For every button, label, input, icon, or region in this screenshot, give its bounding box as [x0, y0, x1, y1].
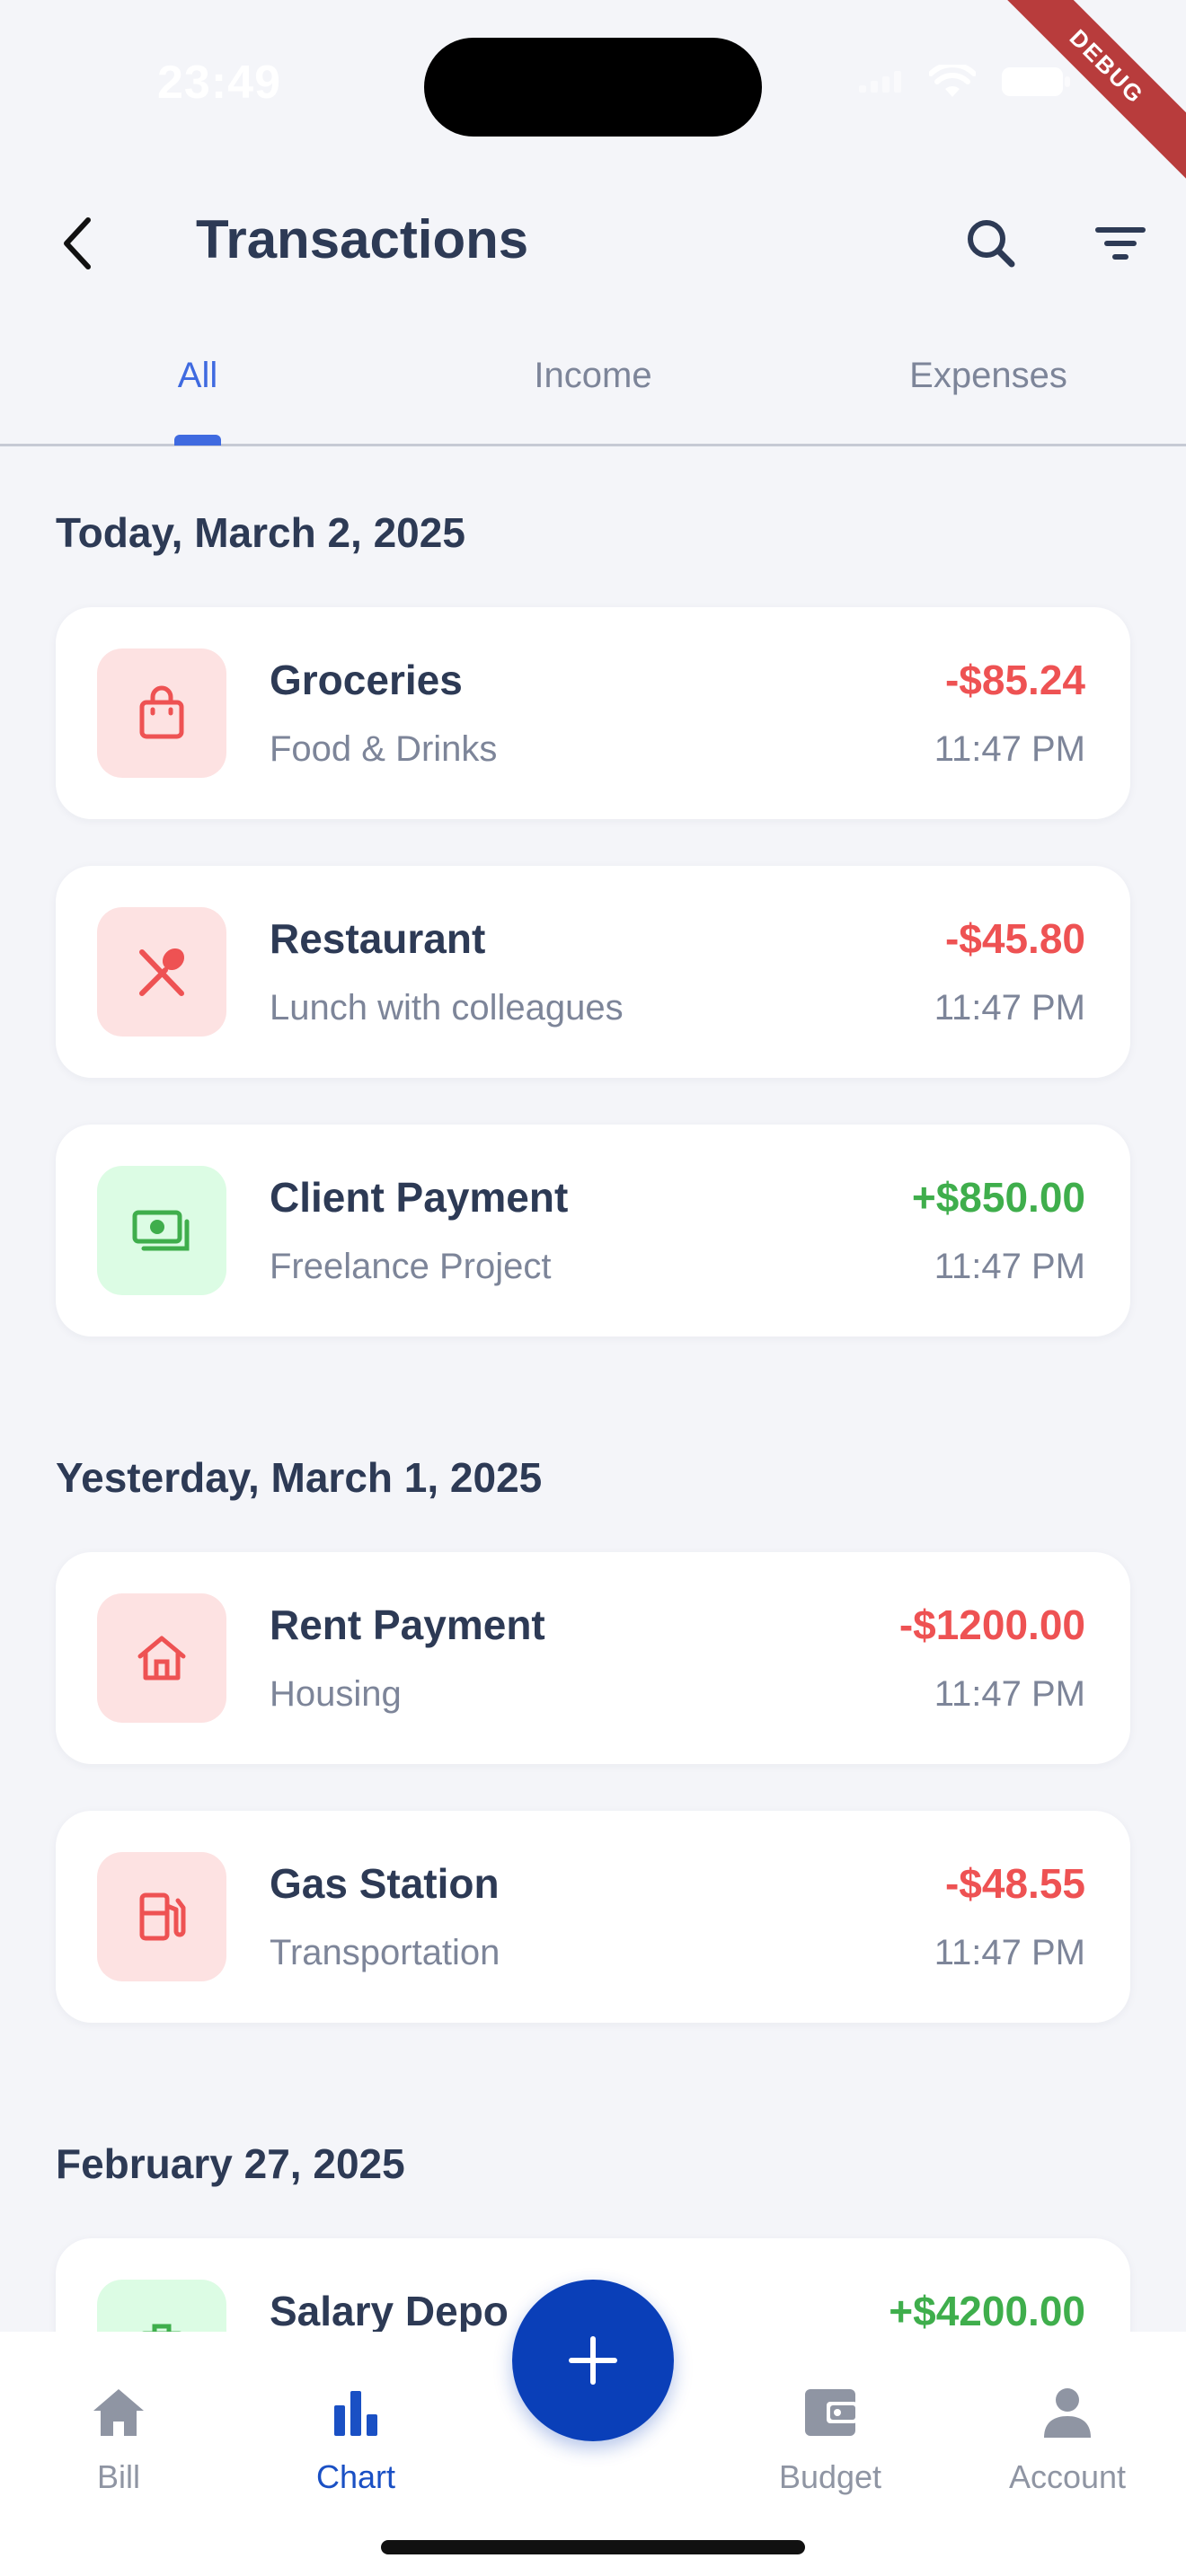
gas-pump-icon	[139, 1892, 186, 1941]
transaction-time: 11:47 PM	[934, 988, 1085, 1028]
transaction-card[interactable]: Restaurant Lunch with colleagues -$45.80…	[56, 866, 1130, 1078]
category-icon-box	[97, 907, 226, 1037]
add-transaction-button[interactable]	[512, 2280, 674, 2441]
category-icon-box	[97, 1593, 226, 1723]
section-title-today: Today, March 2, 2025	[56, 509, 465, 556]
transaction-amount: -$85.24	[944, 657, 1085, 703]
bar-chart-icon	[334, 2391, 377, 2436]
filter-button[interactable]	[1089, 212, 1152, 275]
transaction-amount: -$1200.00	[898, 1601, 1085, 1648]
transaction-time: 11:47 PM	[934, 729, 1085, 769]
status-icons	[859, 65, 1071, 99]
transaction-title: Salary Depo	[270, 2288, 509, 2334]
transaction-card[interactable]: Gas Station Transportation -$48.55 11:47…	[56, 1811, 1130, 2023]
back-button[interactable]	[50, 212, 104, 275]
transaction-amount: +$4200.00	[889, 2288, 1085, 2334]
cash-icon	[132, 1210, 190, 1251]
nav-item-account[interactable]: Account	[978, 2386, 1157, 2496]
section-title-yesterday: Yesterday, March 1, 2025	[56, 1454, 543, 1501]
battery-icon	[1002, 67, 1070, 96]
nav-item-budget[interactable]: Budget	[740, 2386, 920, 2496]
home-indicator	[381, 2540, 805, 2554]
transaction-amount: +$850.00	[911, 1174, 1085, 1221]
utensils-icon	[139, 948, 185, 996]
wifi-icon	[929, 65, 976, 97]
filter-icon	[1095, 227, 1146, 260]
section-title-feb-27: February 27, 2025	[56, 2140, 405, 2187]
transaction-category: Freelance Project	[270, 1247, 552, 1286]
transaction-time: 11:47 PM	[934, 1247, 1085, 1286]
status-time: 23:49	[157, 57, 281, 109]
category-icon-box	[97, 648, 226, 778]
transaction-amount: -$45.80	[944, 915, 1085, 962]
transaction-time: 11:47 PM	[934, 1933, 1085, 1972]
tab-expenses[interactable]: Expenses	[791, 356, 1186, 396]
transaction-card[interactable]: Client Payment Freelance Project +$850.0…	[56, 1125, 1130, 1337]
nav-item-chart[interactable]: Chart	[266, 2386, 446, 2496]
dynamic-island	[424, 38, 762, 137]
category-icon-box	[97, 1166, 226, 1295]
page-title: Transactions	[196, 209, 529, 269]
search-icon	[968, 220, 1015, 268]
tab-income[interactable]: Income	[395, 356, 791, 396]
nav-item-bill[interactable]: Bill	[29, 2386, 208, 2496]
transaction-category: Transportation	[270, 1933, 500, 1972]
tab-all[interactable]: All	[0, 356, 395, 396]
shopping-bag-icon	[139, 685, 184, 739]
house-icon	[137, 1636, 186, 1681]
transaction-title: Restaurant	[270, 915, 486, 962]
transaction-card[interactable]: Rent Payment Housing -$1200.00 11:47 PM	[56, 1552, 1130, 1764]
transaction-category: Lunch with colleagues	[270, 988, 624, 1028]
transaction-amount: -$48.55	[944, 1860, 1085, 1907]
tab-indicator	[174, 435, 221, 446]
transaction-title: Rent Payment	[270, 1601, 545, 1648]
person-icon	[1044, 2388, 1091, 2438]
nav-label: Account	[1008, 2458, 1127, 2495]
transaction-category: Housing	[270, 1674, 402, 1714]
signal-icon	[859, 71, 901, 93]
nav-label: Chart	[315, 2458, 396, 2495]
transaction-category: Food & Drinks	[270, 729, 498, 769]
search-button[interactable]	[960, 212, 1022, 275]
transaction-title: Gas Station	[270, 1860, 500, 1907]
transaction-title: Groceries	[270, 657, 463, 703]
transaction-time: 11:47 PM	[934, 1674, 1085, 1714]
transaction-title: Client Payment	[270, 1174, 569, 1221]
wallet-icon	[805, 2389, 857, 2436]
home-icon	[93, 2389, 144, 2436]
nav-label: Budget	[778, 2458, 882, 2495]
nav-label: Bill	[96, 2458, 140, 2495]
category-icon-box	[97, 1852, 226, 1981]
plus-icon	[569, 2336, 617, 2385]
chevron-left-icon	[64, 217, 91, 269]
transaction-card[interactable]: Groceries Food & Drinks -$85.24 11:47 PM	[56, 607, 1130, 819]
